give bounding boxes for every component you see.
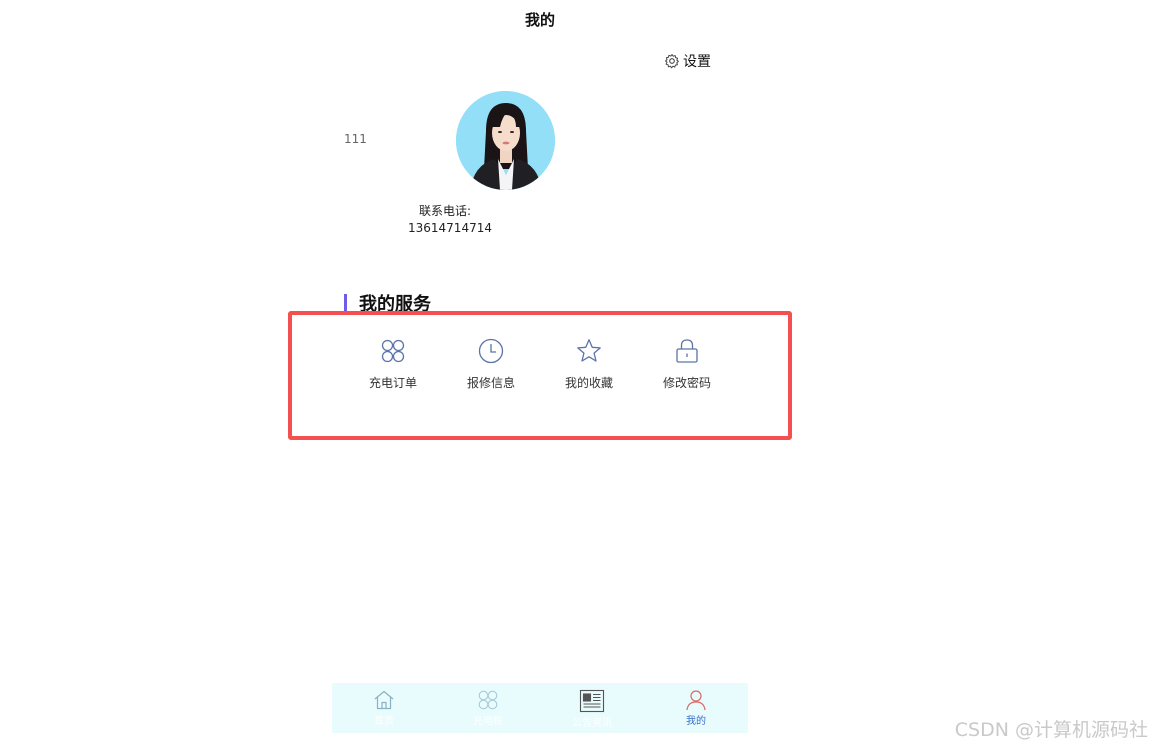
avatar[interactable] bbox=[456, 91, 555, 190]
service-item-my-favorites[interactable]: 我的收藏 bbox=[554, 338, 624, 391]
service-label: 修改密码 bbox=[662, 376, 711, 390]
home-icon bbox=[373, 683, 395, 711]
tab-home[interactable]: 首页 bbox=[332, 683, 436, 733]
clock-icon bbox=[478, 338, 504, 364]
service-item-repair-info[interactable]: 报修信息 bbox=[456, 338, 526, 391]
service-item-change-password[interactable]: 修改密码 bbox=[652, 338, 722, 391]
settings-label: 设置 bbox=[683, 54, 711, 70]
user-id: 111 bbox=[344, 132, 367, 146]
star-icon bbox=[576, 338, 602, 364]
tab-label: 公告资讯 bbox=[572, 718, 612, 729]
page-title: 我的 bbox=[524, 11, 555, 29]
tab-news[interactable]: 公告资讯 bbox=[540, 683, 644, 733]
news-icon bbox=[579, 683, 605, 713]
lock-icon bbox=[674, 338, 700, 364]
services-title: 我的服务 bbox=[359, 294, 431, 311]
grid-circles-icon bbox=[380, 338, 406, 364]
bottom-tab-bar: 首页 充电桩 公告资讯 我的 bbox=[332, 683, 748, 733]
tab-mine[interactable]: 我的 bbox=[644, 683, 748, 733]
settings-button[interactable]: 设置 bbox=[664, 51, 711, 71]
tab-label: 充电桩 bbox=[473, 716, 503, 727]
tab-label: 我的 bbox=[686, 716, 706, 727]
service-item-charging-orders[interactable]: 充电订单 bbox=[358, 338, 428, 391]
tab-label: 首页 bbox=[374, 716, 394, 727]
profile-page: 我的 设置 111 联系电话: 13614714714 我的服务 充电订单 报修… bbox=[0, 0, 1154, 750]
watermark: CSDN @计算机源码社 bbox=[954, 719, 1148, 741]
phone-value: 13614714714 bbox=[408, 221, 492, 235]
grid-circles-icon bbox=[477, 683, 499, 711]
gear-icon bbox=[664, 53, 680, 69]
service-label: 报修信息 bbox=[466, 376, 515, 390]
phone-label: 联系电话: bbox=[418, 204, 472, 218]
service-label: 我的收藏 bbox=[564, 376, 613, 390]
service-label: 充电订单 bbox=[368, 376, 417, 390]
tab-charging-piles[interactable]: 充电桩 bbox=[436, 683, 540, 733]
user-icon bbox=[685, 683, 707, 711]
